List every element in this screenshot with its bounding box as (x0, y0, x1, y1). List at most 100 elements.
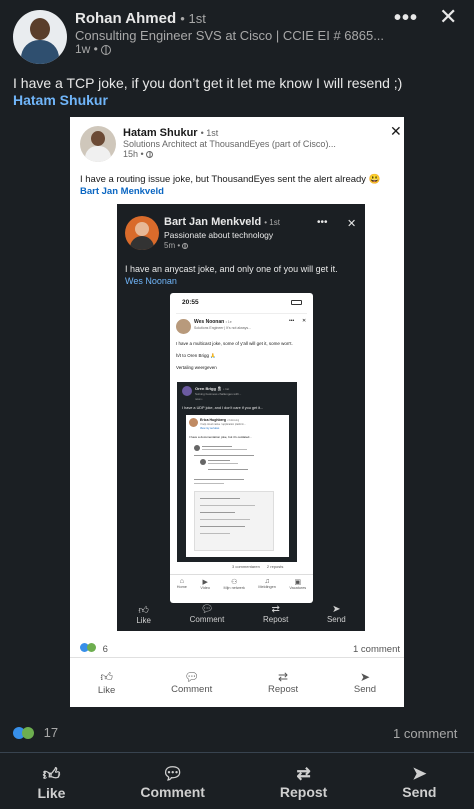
close-icon: ✕ (302, 318, 307, 324)
people-icon: ⚇ (231, 579, 238, 586)
nested-post-body: I have an anycast joke, and only one of … (125, 264, 338, 274)
connection-degree: • 1st (200, 128, 219, 138)
nav-notifications: ♫ Meldingen (258, 578, 276, 589)
shared-post-time: 15h • (123, 149, 144, 159)
post-action-bar: 👍︎ Like 💬︎ Comment ⇄ Repost ➤ Send (0, 764, 474, 801)
mention-link[interactable]: Bart Jan Menkveld (80, 186, 398, 198)
post-time-line: 1w • (75, 42, 112, 56)
more-options-icon[interactable]: ••• (317, 217, 328, 228)
comment-icon: 💬︎ (161, 764, 184, 783)
send-icon: ➤ (359, 670, 371, 684)
send-icon: ➤ (332, 604, 341, 615)
oren-avatar (182, 386, 192, 396)
send-button[interactable]: ➤ Send (354, 670, 376, 696)
repost-button[interactable]: ⇄ Repost (268, 670, 298, 696)
celebrate-reaction-icon (87, 643, 96, 652)
send-button[interactable]: ➤ Send (327, 604, 346, 631)
close-icon[interactable]: ✕ (390, 123, 402, 140)
shared-reactions[interactable]: 6 (80, 643, 108, 655)
nested-author-avatar[interactable] (125, 216, 159, 250)
embedded-screenshot[interactable]: Bart Jan Menkveld • 1st Passionate about… (117, 204, 365, 631)
shared-post-card[interactable]: Hatam Shukur • 1st Solutions Architect a… (70, 117, 404, 707)
video-icon: ▶ (202, 579, 208, 586)
erica-headline: I help cloud native / application platfo… (200, 423, 246, 426)
connection-degree: • 1e (225, 320, 232, 324)
deeper-nested-content (194, 443, 284, 553)
nav-video: ▶ Video (200, 579, 211, 590)
erica-name: Erica Hughberg (200, 418, 227, 422)
home-icon: ⌂ (179, 578, 184, 585)
like-button[interactable]: 👍︎ Like (37, 764, 65, 801)
comment-icon: 💬︎ (184, 670, 200, 684)
phone-author-headline: Solutions Engineer | It's not always... (194, 326, 252, 330)
send-button[interactable]: ➤ Send (402, 764, 436, 801)
shared-author-name[interactable]: Hatam Shukur (123, 127, 198, 139)
phone-screenshot[interactable]: 20:55 Wes Noonan • 1e Solutions Engineer… (170, 293, 313, 603)
mention-link[interactable]: Hatam Shukur (13, 92, 463, 109)
author-avatar[interactable] (13, 10, 67, 64)
shared-reactions-count: 6 (102, 644, 108, 655)
battery-icon (291, 300, 302, 305)
globe-icon (101, 44, 112, 55)
oren-name: Oren Brigg 🎗 (195, 386, 223, 391)
nested-author-headline: Passionate about technology (164, 230, 274, 240)
like-button[interactable]: 👍︎ Like (98, 670, 115, 696)
post-reactions[interactable]: 17 (13, 725, 58, 740)
shared-author-avatar[interactable] (80, 126, 116, 162)
deep-shared-post: Erica Hughberg • Following I help cloud … (186, 415, 289, 557)
author-name[interactable]: Rohan Ahmed (75, 10, 176, 27)
nested-post-time: 5m • (164, 241, 181, 250)
phone-post-text: I have a multicast joke, some of y'all w… (176, 341, 305, 371)
like-button[interactable]: 👍︎ Like (136, 604, 151, 631)
repost-icon: ⇄ (278, 670, 289, 684)
erica-services-link: View my services (200, 427, 220, 430)
shared-comments-count[interactable]: 1 comment (353, 644, 400, 655)
nav-jobs: ▣ Vacatures (289, 579, 307, 590)
thumbs-up-icon: 👍︎ (42, 765, 61, 784)
oren-post-body: I have a UDP joke, and I don't care if y… (182, 406, 264, 410)
more-options-icon[interactable]: ••• (394, 7, 418, 30)
mention-link[interactable]: Wes Noonan (125, 276, 360, 288)
comment-icon: 💬︎ (200, 604, 214, 615)
phone-author-name: Wes Noonan (194, 319, 225, 325)
connection-degree: • 1st (223, 387, 230, 391)
erica-avatar (189, 418, 198, 427)
nested-action-bar: 👍︎ Like 💬︎ Comment ⇄ Repost ➤ Send (117, 604, 365, 631)
phone-reposts-count: 2 reposts (266, 564, 284, 569)
repost-button[interactable]: ⇄ Repost (263, 604, 288, 631)
comment-button[interactable]: 💬︎ Comment (140, 764, 205, 801)
close-icon[interactable]: ✕ (439, 4, 457, 30)
nav-home: ⌂ Home (176, 578, 187, 589)
erica-post-body: I have a documentation joke, but it's ou… (189, 435, 252, 439)
comment-button[interactable]: 💬︎ Comment (171, 670, 212, 696)
close-icon[interactable]: ✕ (347, 217, 356, 230)
oren-time: now • (195, 397, 203, 401)
comment-button[interactable]: 💬︎ Comment (190, 604, 225, 631)
bell-icon: ♫ (264, 578, 270, 585)
nested-author-name[interactable]: Bart Jan Menkveld (164, 216, 261, 228)
nested-post-text: I have an anycast joke, and only one of … (125, 264, 360, 287)
comments-count[interactable]: 1 comment (393, 726, 457, 741)
author-headline: Consulting Engineer SVS at Cisco | CCIE … (75, 28, 385, 43)
shared-post-body: I have a routing issue joke, but Thousan… (80, 174, 381, 185)
more-options-icon: ••• (289, 318, 295, 324)
briefcase-icon: ▣ (294, 579, 302, 586)
thumbs-up-icon: 👍︎ (100, 670, 113, 684)
thumbs-up-icon: 👍︎ (138, 605, 149, 616)
shared-author-headline: Solutions Architect at ThousandEyes (par… (123, 139, 336, 149)
phone-comments-count: 3 commentaren (232, 564, 260, 569)
send-icon: ➤ (412, 764, 427, 783)
shared-action-bar: 👍︎ Like 💬︎ Comment ⇄ Repost ➤ Send (70, 670, 404, 696)
phone-author-avatar (176, 319, 191, 334)
connection-degree: • 1st (180, 11, 206, 26)
celebrate-reaction-icon (22, 727, 34, 739)
oren-headline: Solving business challenges with... (195, 392, 242, 396)
connection-degree: • 1st (264, 218, 280, 227)
status-time: 20:55 (182, 299, 199, 306)
repost-icon: ⇄ (296, 764, 311, 783)
shared-post-text: I have a routing issue joke, but Thousan… (80, 174, 398, 197)
hat-tip: h/t to Oren Brigg 🙏 (176, 353, 216, 358)
connection-degree: • Following (227, 419, 240, 422)
post-text: I have a TCP joke, if you don’t get it l… (13, 75, 463, 109)
repost-button[interactable]: ⇄ Repost (280, 764, 327, 801)
